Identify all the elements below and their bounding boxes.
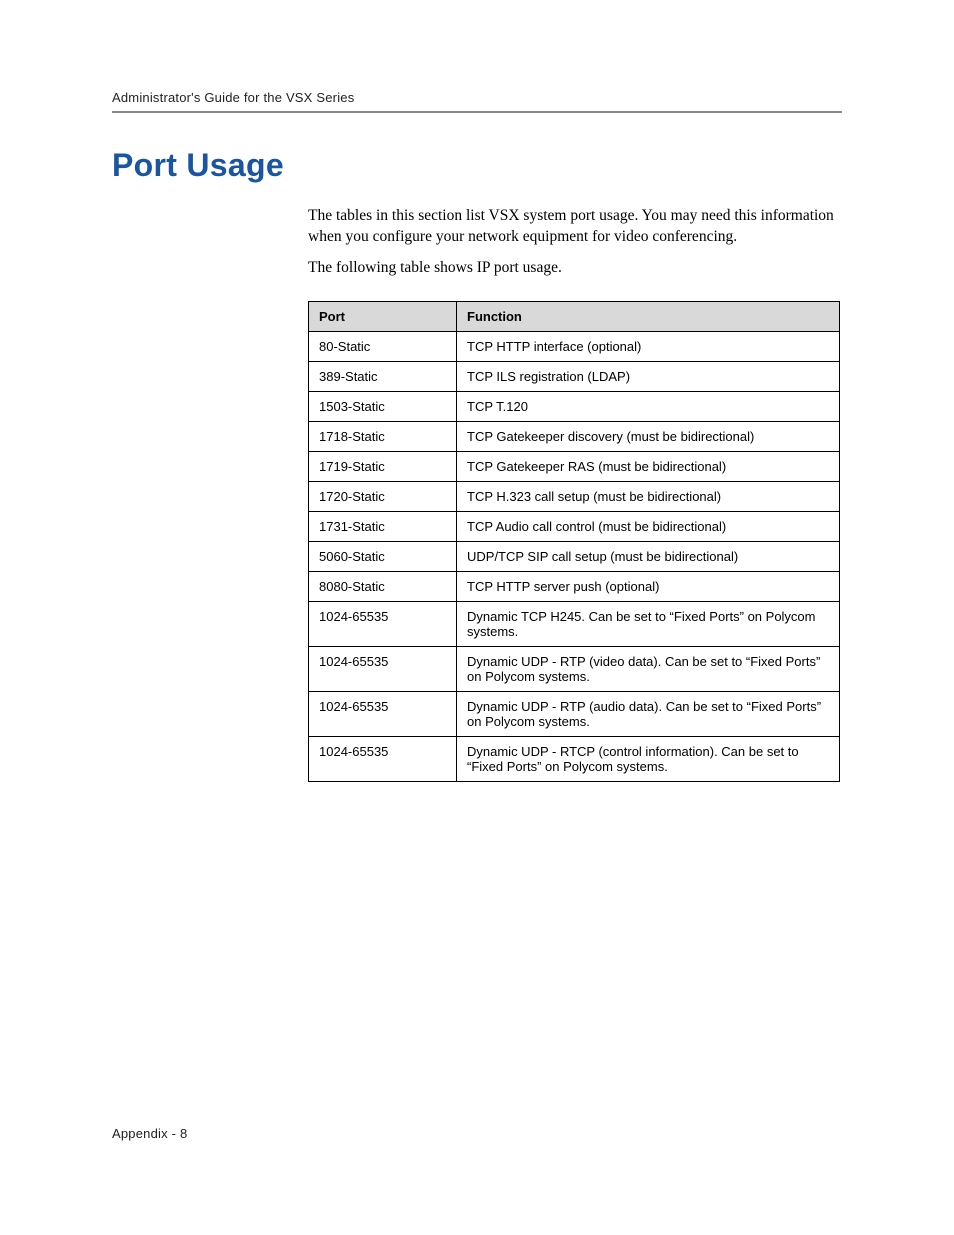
cell-port: 389-Static	[309, 361, 457, 391]
table-row: 389-StaticTCP ILS registration (LDAP)	[309, 361, 840, 391]
cell-port: 5060-Static	[309, 541, 457, 571]
cell-function: TCP Gatekeeper RAS (must be bidirectiona…	[457, 451, 840, 481]
cell-port: 1719-Static	[309, 451, 457, 481]
body-content: The tables in this section list VSX syst…	[308, 206, 842, 782]
cell-port: 1024-65535	[309, 736, 457, 781]
cell-function: TCP ILS registration (LDAP)	[457, 361, 840, 391]
intro-paragraph-2: The following table shows IP port usage.	[308, 258, 842, 279]
cell-function: UDP/TCP SIP call setup (must be bidirect…	[457, 541, 840, 571]
cell-function: Dynamic UDP - RTP (video data). Can be s…	[457, 646, 840, 691]
port-usage-table: Port Function 80-StaticTCP HTTP interfac…	[308, 301, 840, 782]
cell-port: 8080-Static	[309, 571, 457, 601]
cell-port: 1731-Static	[309, 511, 457, 541]
table-header-row: Port Function	[309, 301, 840, 331]
cell-port: 1718-Static	[309, 421, 457, 451]
cell-function: Dynamic TCP H245. Can be set to “Fixed P…	[457, 601, 840, 646]
page-footer: Appendix - 8	[112, 1126, 187, 1141]
table-row: 5060-StaticUDP/TCP SIP call setup (must …	[309, 541, 840, 571]
table-row: 1719-StaticTCP Gatekeeper RAS (must be b…	[309, 451, 840, 481]
cell-port: 1024-65535	[309, 601, 457, 646]
column-header-function: Function	[457, 301, 840, 331]
cell-function: TCP HTTP server push (optional)	[457, 571, 840, 601]
cell-port: 1024-65535	[309, 691, 457, 736]
table-row: 80-StaticTCP HTTP interface (optional)	[309, 331, 840, 361]
table-row: 1024-65535Dynamic UDP - RTP (video data)…	[309, 646, 840, 691]
table-row: 1024-65535Dynamic UDP - RTP (audio data)…	[309, 691, 840, 736]
cell-port: 80-Static	[309, 331, 457, 361]
cell-function: Dynamic UDP - RTCP (control information)…	[457, 736, 840, 781]
cell-port: 1720-Static	[309, 481, 457, 511]
table-row: 1503-StaticTCP T.120	[309, 391, 840, 421]
cell-port: 1503-Static	[309, 391, 457, 421]
table-row: 1720-StaticTCP H.323 call setup (must be…	[309, 481, 840, 511]
cell-function: TCP H.323 call setup (must be bidirectio…	[457, 481, 840, 511]
table-row: 1024-65535Dynamic TCP H245. Can be set t…	[309, 601, 840, 646]
cell-function: TCP HTTP interface (optional)	[457, 331, 840, 361]
cell-function: TCP T.120	[457, 391, 840, 421]
running-header: Administrator's Guide for the VSX Series	[112, 90, 842, 113]
column-header-port: Port	[309, 301, 457, 331]
table-row: 8080-StaticTCP HTTP server push (optiona…	[309, 571, 840, 601]
section-title: Port Usage	[112, 147, 842, 184]
cell-function: Dynamic UDP - RTP (audio data). Can be s…	[457, 691, 840, 736]
table-row: 1731-StaticTCP Audio call control (must …	[309, 511, 840, 541]
cell-port: 1024-65535	[309, 646, 457, 691]
cell-function: TCP Gatekeeper discovery (must be bidire…	[457, 421, 840, 451]
cell-function: TCP Audio call control (must be bidirect…	[457, 511, 840, 541]
intro-paragraph-1: The tables in this section list VSX syst…	[308, 206, 842, 248]
table-row: 1718-StaticTCP Gatekeeper discovery (mus…	[309, 421, 840, 451]
table-row: 1024-65535Dynamic UDP - RTCP (control in…	[309, 736, 840, 781]
